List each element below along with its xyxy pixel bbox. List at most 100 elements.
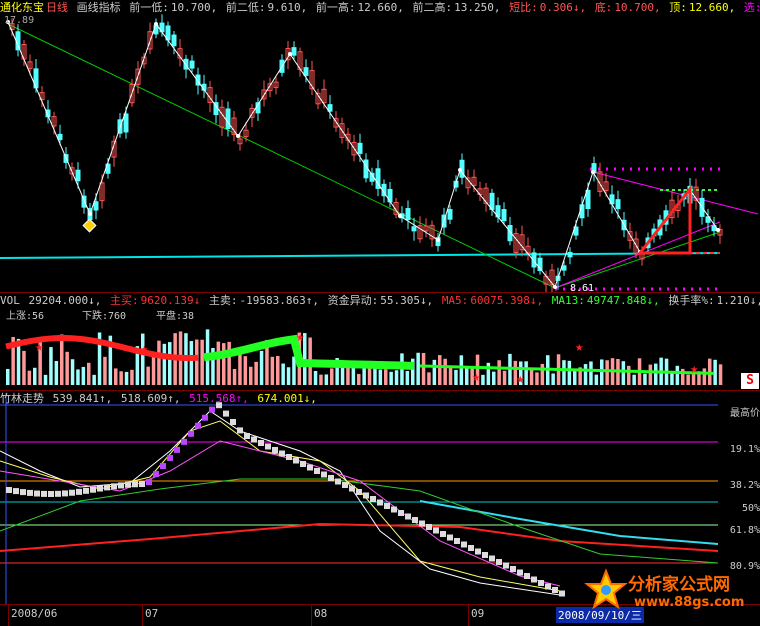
prev-high2-label: 前二高: — [412, 1, 453, 14]
diamond-marker-icon — [82, 218, 97, 233]
volume-bar — [389, 371, 393, 385]
trend-square — [370, 496, 376, 502]
volume-bar — [119, 371, 123, 385]
candle-body — [171, 34, 177, 47]
trend-square — [300, 461, 306, 467]
time-label-jul: 07 — [145, 607, 159, 620]
volume-bar — [416, 352, 420, 385]
time-sep — [311, 605, 312, 626]
volume-bar — [654, 363, 658, 385]
trend-square — [286, 454, 292, 460]
turnover-label: 换手率%: — [668, 294, 715, 307]
volume-bar — [33, 367, 37, 385]
volume-bar — [200, 339, 204, 385]
volume-bar — [448, 367, 453, 385]
select-label: 选: — [743, 1, 760, 14]
trend-square — [223, 410, 229, 417]
trend-square — [160, 463, 166, 469]
volume-bar — [632, 374, 636, 385]
volume-bar — [103, 356, 107, 385]
volume-bar — [459, 355, 464, 385]
volume-bar — [49, 347, 53, 385]
candle-body — [405, 208, 411, 220]
trend-square — [279, 450, 285, 457]
volume-bar — [465, 367, 469, 385]
volume-bar — [535, 372, 539, 385]
kline-canvas[interactable] — [0, 0, 760, 292]
low-tag: 8.61 — [570, 283, 595, 293]
volume-bar — [486, 362, 491, 385]
trend-square — [538, 580, 544, 586]
sell-badge[interactable]: S — [741, 373, 759, 389]
volume-bar — [405, 371, 410, 385]
trend-square — [55, 490, 61, 497]
volume-bar — [243, 356, 248, 385]
volume-bar — [324, 374, 329, 385]
candle-body — [615, 199, 621, 210]
ma5-value: 60075.398↓, — [470, 294, 544, 307]
trend-square — [398, 510, 404, 516]
volume-bar — [605, 360, 609, 385]
trend-square — [209, 406, 215, 413]
volume-bar — [594, 374, 599, 385]
flat-count: 平盘:38 — [156, 311, 195, 322]
volume-bar — [43, 374, 48, 385]
period-label[interactable]: 日线 — [46, 1, 68, 14]
volume-bar — [195, 339, 199, 385]
main-header: 通化东宝 日线 画线指标 前一低: 10.700, 前二低: 9.610, 前一高: 1… — [0, 1, 760, 14]
volume-bar — [162, 343, 167, 385]
volume-bar — [276, 356, 280, 385]
volume-bar — [146, 366, 150, 385]
trend-square — [202, 414, 208, 421]
trend-square — [139, 481, 145, 488]
fast-line — [0, 410, 561, 596]
vol-header: VOL 29204.000↓, 主买: 9620.139↓ 主卖: -19583.8… — [0, 294, 760, 307]
zigzag-node — [398, 214, 402, 218]
volume-bar — [497, 360, 501, 385]
trend-square — [272, 447, 278, 453]
prev-low1-label: 前一低: — [129, 1, 169, 14]
candle-body — [189, 60, 195, 69]
volume-bar — [357, 373, 361, 385]
trend-square — [174, 446, 180, 453]
volume-bar — [151, 356, 156, 385]
volume-bar — [81, 366, 86, 385]
candle-body — [363, 159, 369, 179]
volume-bar — [216, 341, 221, 385]
zigzag-node — [154, 22, 158, 26]
logo-star-icon — [584, 568, 628, 610]
trend-square — [342, 482, 348, 488]
prev-low1-value: 10.700, — [170, 1, 218, 14]
volume-bar — [330, 368, 334, 385]
volume-bar — [60, 334, 64, 385]
volume-bar — [70, 359, 75, 385]
level-label-38: 38.2% — [729, 480, 760, 491]
trend-square — [251, 436, 257, 443]
volume-bar — [189, 341, 194, 385]
bottom-label: 底: — [594, 1, 613, 14]
candle-body — [357, 142, 363, 154]
volume-bar — [319, 374, 323, 385]
volume-bar — [524, 361, 528, 385]
turnover-value: 1.210↓, — [716, 294, 760, 307]
trend-square — [321, 471, 327, 478]
trend-square — [454, 538, 460, 544]
vol-value: 29204.000↓, — [28, 294, 102, 307]
fund-label: 资金异动: — [327, 294, 379, 307]
volume-panel[interactable]: ★ ★ ★ ★ ★ ★ ★ VOL 29204.000↓, 主买: 9620.139↓ 主卖:… — [0, 293, 760, 391]
site-logo: 分析家公式网 www.88gs.com — [584, 568, 754, 618]
trend-square — [482, 552, 488, 558]
trend-square — [48, 490, 54, 497]
stock-name[interactable]: 通化东宝 — [0, 1, 44, 14]
time-label-aug: 08 — [314, 607, 328, 620]
trend-square — [258, 440, 264, 446]
star-icon: ★ — [690, 361, 699, 377]
trend-square — [314, 468, 320, 474]
top-label: 顶: — [669, 1, 687, 14]
sell-label: 主卖: — [208, 294, 238, 307]
candle-body — [123, 113, 129, 133]
triangle-pattern — [636, 184, 692, 255]
kline-chart[interactable]: 通化东宝 日线 画线指标 前一低: 10.700, 前二低: 9.610, 前一高: 1… — [0, 0, 760, 293]
indicator-name[interactable]: 画线指标 — [77, 1, 121, 14]
trend-square — [468, 545, 474, 551]
